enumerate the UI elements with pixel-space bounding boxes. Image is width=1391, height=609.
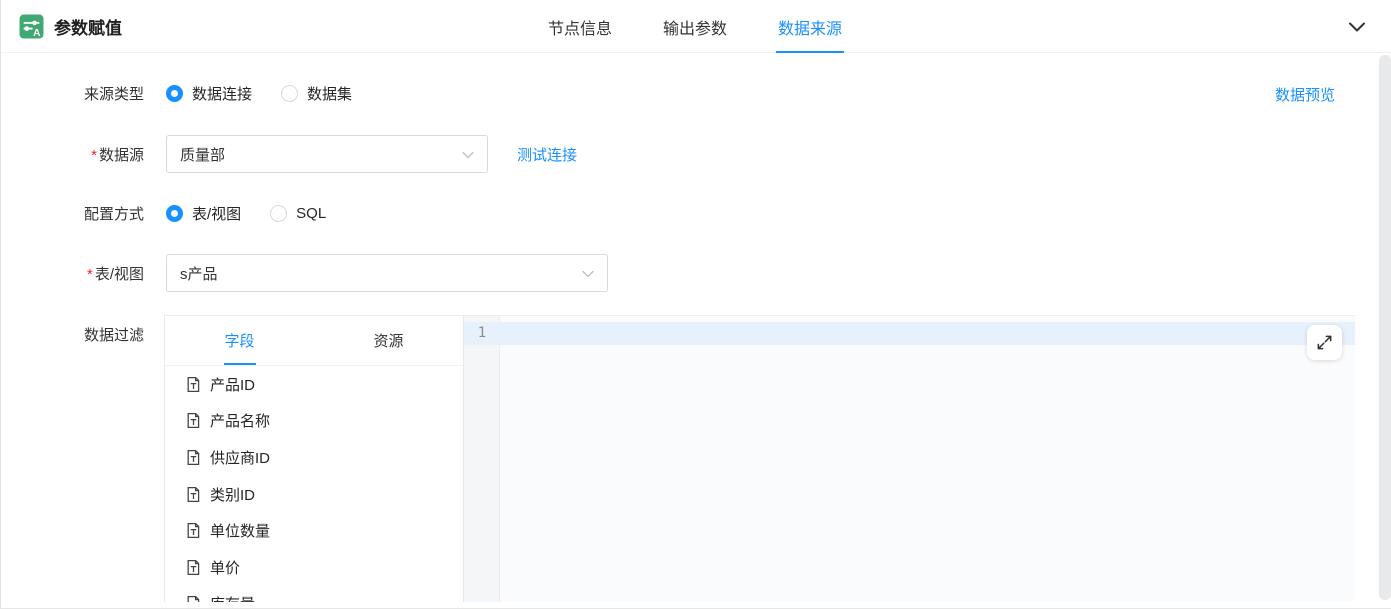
datasource-select-value: 质量部 (180, 144, 225, 165)
tab-output-params-label: 输出参数 (663, 15, 727, 39)
row-source-type: 来源类型 数据连接 数据集 (1, 78, 352, 108)
radio-sql[interactable] (270, 205, 287, 222)
field-item-label: 产品名称 (210, 410, 270, 431)
vertical-scrollbar[interactable] (1379, 55, 1391, 600)
source-type-label: 来源类型 (1, 83, 144, 104)
table-view-label: *表/视图 (1, 263, 144, 284)
text-field-icon (185, 449, 202, 466)
field-item[interactable]: 库存量 (165, 586, 463, 602)
test-connection-link[interactable]: 测试连接 (517, 144, 577, 165)
required-mark: * (87, 266, 93, 283)
editor-active-line (464, 322, 1355, 345)
fields-pane: 字段 资源 产品ID 产品名称 供应商ID (164, 316, 464, 602)
radio-dataset[interactable] (281, 85, 298, 102)
tab-node-info[interactable]: 节点信息 (546, 0, 614, 53)
text-field-icon (185, 412, 202, 429)
text-field-icon (185, 376, 202, 393)
editor-line-number: 1 (464, 322, 500, 345)
tab-fields-label: 字段 (224, 330, 254, 351)
filter-code-editor[interactable]: 1 (464, 316, 1355, 602)
row-data-filter: 数据过滤 字段 资源 产品ID 产品名称 (1, 315, 1355, 602)
radio-table-view-label[interactable]: 表/视图 (192, 203, 241, 224)
radio-sql-label[interactable]: SQL (296, 205, 326, 222)
row-config-mode: 配置方式 表/视图 SQL (1, 198, 326, 228)
radio-table-view[interactable] (166, 205, 183, 222)
row-datasource: *数据源 质量部 测试连接 (1, 135, 577, 173)
table-view-select-value: s产品 (180, 263, 218, 284)
text-field-icon (185, 522, 202, 539)
config-mode-label: 配置方式 (1, 203, 144, 224)
field-item-label: 单位数量 (210, 520, 270, 541)
tab-resources-label: 资源 (373, 330, 403, 351)
field-item-label: 库存量 (210, 593, 255, 602)
parameter-assignment-panel: A 参数赋值 节点信息 输出参数 数据来源 来源类型 数据连接 数据集 数据预览… (0, 0, 1391, 609)
title-group: A 参数赋值 (19, 0, 122, 53)
fields-list: 产品ID 产品名称 供应商ID 类别ID (165, 366, 463, 602)
tab-data-source[interactable]: 数据来源 (776, 0, 844, 53)
fields-pane-tabs: 字段 资源 (165, 316, 463, 366)
tab-data-source-label: 数据来源 (778, 15, 842, 39)
header-tabs: 节点信息 输出参数 数据来源 (546, 0, 844, 53)
panel-header: A 参数赋值 节点信息 输出参数 数据来源 (1, 0, 1391, 53)
field-item[interactable]: 产品名称 (165, 403, 463, 440)
field-item-label: 供应商ID (210, 447, 270, 468)
tab-fields[interactable]: 字段 (165, 316, 314, 365)
field-item[interactable]: 单位数量 (165, 512, 463, 549)
tab-node-info-label: 节点信息 (548, 15, 612, 39)
datasource-select[interactable]: 质量部 (166, 135, 488, 173)
chevron-down-icon (460, 147, 476, 163)
parameter-assignment-icon: A (19, 14, 44, 39)
field-item[interactable]: 供应商ID (165, 439, 463, 476)
field-item-label: 产品ID (210, 374, 255, 395)
radio-data-connection-label[interactable]: 数据连接 (192, 83, 252, 104)
radio-dataset-label[interactable]: 数据集 (307, 83, 352, 104)
page-title: 参数赋值 (54, 14, 122, 39)
tab-output-params[interactable]: 输出参数 (661, 0, 729, 53)
field-item-label: 单价 (210, 557, 240, 578)
radio-data-connection[interactable] (166, 85, 183, 102)
field-item[interactable]: 类别ID (165, 476, 463, 513)
expand-editor-button[interactable] (1307, 325, 1342, 360)
required-mark: * (91, 147, 97, 164)
data-preview-link[interactable]: 数据预览 (1275, 84, 1335, 105)
chevron-down-icon (580, 266, 596, 282)
expand-icon (1315, 333, 1334, 352)
text-field-icon (185, 595, 202, 602)
filter-panel: 字段 资源 产品ID 产品名称 供应商ID (164, 315, 1355, 602)
datasource-label: *数据源 (1, 144, 144, 165)
text-field-icon (185, 486, 202, 503)
row-table-view: *表/视图 s产品 (1, 254, 608, 292)
data-filter-label: 数据过滤 (1, 315, 144, 345)
table-view-select[interactable]: s产品 (166, 254, 608, 292)
chevron-down-icon[interactable] (1345, 15, 1369, 39)
svg-text:A: A (33, 28, 41, 39)
editor-gutter (464, 316, 500, 602)
text-field-icon (185, 559, 202, 576)
tab-resources[interactable]: 资源 (314, 316, 463, 365)
field-item-label: 类别ID (210, 484, 255, 505)
field-item[interactable]: 单价 (165, 549, 463, 586)
field-item[interactable]: 产品ID (165, 366, 463, 403)
